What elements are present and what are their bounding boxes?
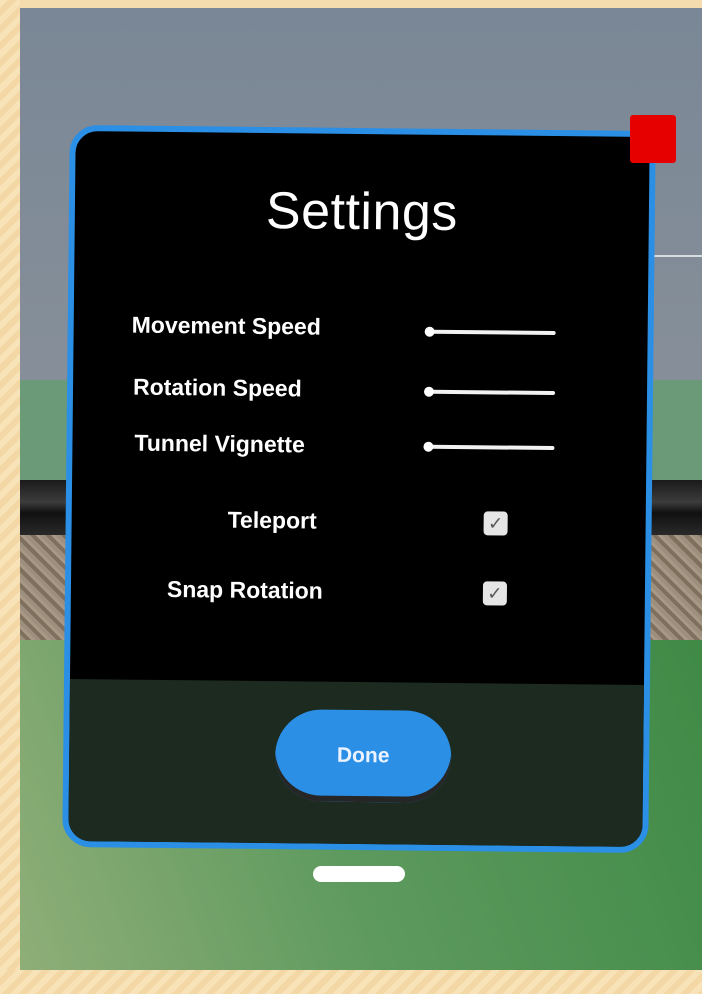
frame-border xyxy=(0,970,702,994)
checkmark-icon: ✓ xyxy=(487,513,504,534)
slider-track xyxy=(429,389,556,396)
slider-thumb[interactable] xyxy=(423,386,435,397)
tunnel-vignette-slider[interactable] xyxy=(423,441,555,453)
teleport-checkbox[interactable]: ✓ xyxy=(483,511,508,536)
grab-handle[interactable] xyxy=(313,866,405,882)
settings-panel: Settings Movement Speed Rotation Speed T… xyxy=(62,124,656,854)
movement-speed-label: Movement Speed xyxy=(131,311,321,340)
tunnel-vignette-label: Tunnel Vignette xyxy=(134,429,305,458)
checkmark-icon: ✓ xyxy=(487,583,503,604)
close-button[interactable] xyxy=(630,115,676,163)
slider-thumb[interactable] xyxy=(424,326,435,337)
vr-viewport: Settings Movement Speed Rotation Speed T… xyxy=(0,0,702,994)
snap-rotation-label: Snap Rotation xyxy=(166,575,323,604)
frame-border xyxy=(0,0,20,994)
slider-thumb[interactable] xyxy=(423,441,434,452)
teleport-label: Teleport xyxy=(227,506,317,534)
done-button[interactable]: Done xyxy=(274,709,452,803)
movement-speed-slider[interactable] xyxy=(424,326,556,338)
rotation-speed-slider[interactable] xyxy=(423,386,556,398)
panel-title: Settings xyxy=(265,182,459,243)
slider-track xyxy=(428,444,555,451)
rotation-speed-label: Rotation Speed xyxy=(132,373,302,402)
slider-track xyxy=(429,329,556,336)
snap-rotation-checkbox[interactable]: ✓ xyxy=(482,581,508,606)
frame-border xyxy=(0,0,702,8)
